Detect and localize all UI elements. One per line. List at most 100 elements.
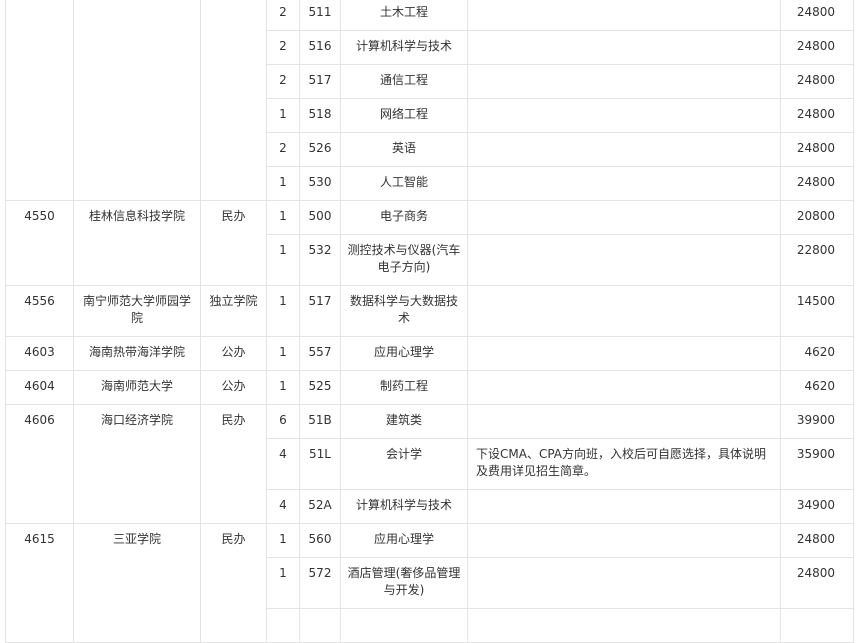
note-cell — [467, 285, 781, 337]
major-name-cell: 制药工程 — [340, 370, 468, 405]
major-code-cell — [299, 608, 341, 643]
table-row: 4604 海南师范大学 公办 1 525 制药工程 4620 — [5, 370, 854, 405]
major-name-cell: 建筑类 — [340, 404, 468, 439]
school-name-cell — [73, 0, 201, 201]
note-cell — [467, 30, 781, 65]
tuition-cell: 24800 — [780, 64, 854, 99]
school-name-cell: 海南师范大学 — [73, 370, 201, 405]
tuition-cell: 24800 — [780, 523, 854, 558]
major-name-cell: 数据科学与大数据技术 — [340, 285, 468, 337]
plan-count-cell: 2 — [266, 30, 300, 65]
school-name-cell: 南宁师范大学师园学院 — [73, 285, 201, 337]
school-code-cell: 4606 — [5, 404, 74, 524]
table-row: 4606 海口经济学院 民办 6 51B 建筑类 39900 — [5, 404, 854, 524]
tuition-cell: 24800 — [780, 30, 854, 65]
plan-count-cell: 1 — [266, 557, 300, 609]
school-code-cell: 4556 — [5, 285, 74, 337]
major-name-cell: 应用心理学 — [340, 336, 468, 371]
tuition-cell: 14500 — [780, 285, 854, 337]
tuition-cell: 24800 — [780, 132, 854, 167]
plan-count-cell: 2 — [266, 132, 300, 167]
major-code-cell: 517 — [299, 285, 341, 337]
tuition-cell: 24800 — [780, 166, 854, 201]
major-name-cell: 酒店管理(奢侈品管理与开发) — [340, 557, 468, 609]
note-cell — [467, 0, 781, 31]
note-cell — [467, 234, 781, 286]
major-name-cell: 计算机科学与技术 — [340, 489, 468, 524]
note-cell — [467, 489, 781, 524]
note-cell — [467, 557, 781, 609]
plan-count-cell: 2 — [266, 0, 300, 31]
table-row: 4556 南宁师范大学师园学院 独立学院 1 517 数据科学与大数据技术 14… — [5, 285, 854, 337]
plan-count-cell: 1 — [266, 523, 300, 558]
major-code-cell: 517 — [299, 64, 341, 99]
table-row: 4603 海南热带海洋学院 公办 1 557 应用心理学 4620 — [5, 336, 854, 371]
tuition-cell: 24800 — [780, 0, 854, 31]
note-cell — [467, 523, 781, 558]
note-cell — [467, 64, 781, 99]
major-code-cell: 530 — [299, 166, 341, 201]
school-name-cell: 桂林信息科技学院 — [73, 200, 201, 286]
note-cell — [467, 370, 781, 405]
plan-count-cell — [266, 608, 300, 643]
plan-count-cell: 1 — [266, 336, 300, 371]
major-name-cell: 会计学 — [340, 438, 468, 490]
school-code-cell: 4615 — [5, 523, 74, 643]
school-code-cell — [5, 0, 74, 201]
major-code-cell: 532 — [299, 234, 341, 286]
tuition-cell: 4620 — [780, 336, 854, 371]
note-cell: 下设CMA、CPA方向班，入校后可自愿选择，具体说明及费用详见招生简章。 — [467, 438, 781, 490]
school-type-cell: 独立学院 — [200, 285, 267, 337]
school-type-cell — [200, 0, 267, 201]
note-cell — [467, 98, 781, 133]
major-code-cell: 516 — [299, 30, 341, 65]
major-code-cell: 51L — [299, 438, 341, 490]
tuition-cell: 35900 — [780, 438, 854, 490]
major-code-cell: 525 — [299, 370, 341, 405]
note-cell — [467, 166, 781, 201]
tuition-cell: 20800 — [780, 200, 854, 235]
note-cell — [467, 200, 781, 235]
table-row: 4615 三亚学院 民办 1 560 应用心理学 24800 — [5, 523, 854, 643]
major-name-cell: 英语 — [340, 132, 468, 167]
school-name-cell: 三亚学院 — [73, 523, 201, 643]
plan-count-cell: 2 — [266, 64, 300, 99]
school-code-cell: 4603 — [5, 336, 74, 371]
plan-count-cell: 6 — [266, 404, 300, 439]
table-row: 4550 桂林信息科技学院 民办 1 500 电子商务 20800 — [5, 200, 854, 286]
plan-count-cell: 1 — [266, 166, 300, 201]
major-code-cell: 511 — [299, 0, 341, 31]
major-name-cell: 通信工程 — [340, 64, 468, 99]
school-type-cell: 民办 — [200, 200, 267, 286]
tuition-cell: 22800 — [780, 234, 854, 286]
tuition-cell — [780, 608, 854, 643]
tuition-cell: 24800 — [780, 98, 854, 133]
note-cell — [467, 336, 781, 371]
tuition-cell: 24800 — [780, 557, 854, 609]
major-code-cell: 52A — [299, 489, 341, 524]
major-name-cell — [340, 608, 468, 643]
school-code-cell: 4550 — [5, 200, 74, 286]
major-name-cell: 测控技术与仪器(汽车电子方向) — [340, 234, 468, 286]
plan-count-cell: 4 — [266, 438, 300, 490]
note-cell — [467, 608, 781, 643]
school-type-cell: 公办 — [200, 370, 267, 405]
major-name-cell: 人工智能 — [340, 166, 468, 201]
plan-count-cell: 1 — [266, 98, 300, 133]
plan-count-cell: 1 — [266, 234, 300, 286]
major-name-cell: 计算机科学与技术 — [340, 30, 468, 65]
table-row: 2 511 土木工程 24800 — [5, 0, 854, 201]
major-code-cell: 557 — [299, 336, 341, 371]
major-name-cell: 网络工程 — [340, 98, 468, 133]
plan-count-cell: 4 — [266, 489, 300, 524]
major-name-cell: 电子商务 — [340, 200, 468, 235]
school-type-cell: 公办 — [200, 336, 267, 371]
major-code-cell: 51B — [299, 404, 341, 439]
note-cell — [467, 404, 781, 439]
admissions-table: 2 511 土木工程 24800 2 516 计算机科学与技术 24800 2 … — [5, 0, 854, 643]
school-type-cell: 民办 — [200, 404, 267, 524]
school-name-cell: 海南热带海洋学院 — [73, 336, 201, 371]
plan-count-cell: 1 — [266, 200, 300, 235]
school-name-cell: 海口经济学院 — [73, 404, 201, 524]
major-code-cell: 560 — [299, 523, 341, 558]
